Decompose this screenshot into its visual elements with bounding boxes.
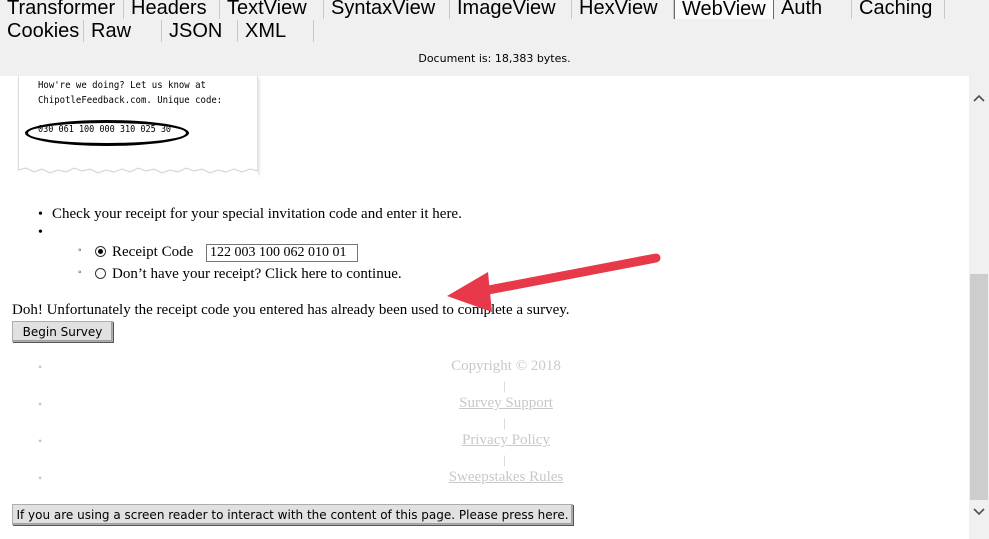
inspector-tabs: Transformer Headers TextView SyntaxView … [0, 0, 989, 48]
tab-hexview[interactable]: HexView [572, 0, 674, 19]
tab-imageview[interactable]: ImageView [450, 0, 572, 19]
tab-raw[interactable]: Raw [84, 20, 162, 42]
arrow-head [447, 272, 492, 312]
vertical-scrollbar[interactable] [969, 76, 989, 539]
scrollbar-thumb[interactable] [970, 274, 988, 500]
tab-json[interactable]: JSON [162, 20, 238, 42]
tab-caching[interactable]: Caching [852, 0, 945, 19]
webview-pane: How're we doing? Let us know at Chipotle… [0, 76, 969, 539]
arrow-shaft [473, 253, 661, 297]
tab-cookies[interactable]: Cookies [0, 20, 84, 42]
chevron-down-icon[interactable] [969, 502, 989, 522]
tab-syntaxview[interactable]: SyntaxView [324, 0, 450, 19]
tab-textview[interactable]: TextView [220, 0, 324, 19]
annotation-arrow [447, 253, 661, 312]
tab-row-1: Transformer Headers TextView SyntaxView … [0, 0, 945, 19]
tab-headers[interactable]: Headers [124, 0, 220, 19]
tab-webview[interactable]: WebView [674, 0, 774, 19]
tab-transformer[interactable]: Transformer [0, 0, 124, 19]
tab-xml[interactable]: XML [238, 20, 314, 42]
document-size-info: Document is: 18,383 bytes. [418, 52, 571, 65]
tab-auth[interactable]: Auth [774, 0, 852, 19]
tab-row-2: Cookies Raw JSON XML [0, 20, 314, 42]
chevron-up-icon[interactable] [969, 88, 989, 108]
